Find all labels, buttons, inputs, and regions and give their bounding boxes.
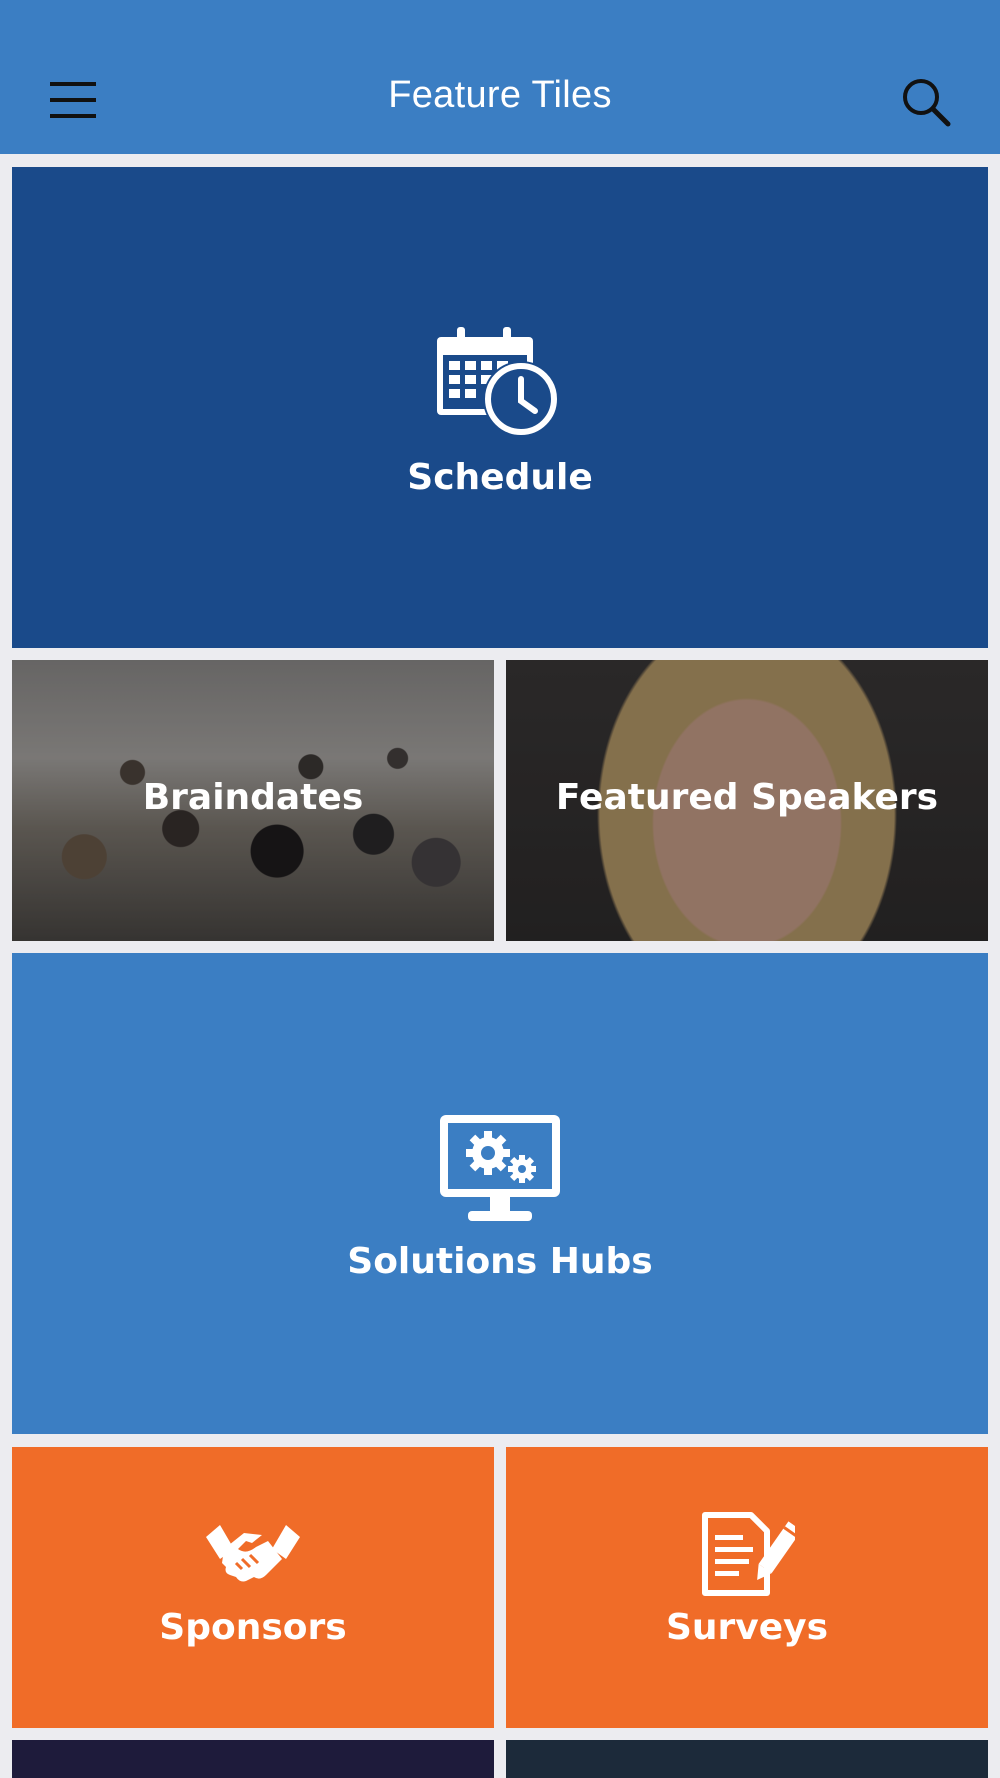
tile-solutions-hubs[interactable]: Solutions Hubs — [12, 953, 988, 1434]
tile-label: Solutions Hubs — [347, 1241, 653, 1282]
handshake-icon — [206, 1525, 300, 1582]
calendar-clock-icon — [437, 327, 559, 437]
tile-sponsors[interactable]: Sponsors — [12, 1447, 494, 1728]
tile-label: Sponsors — [159, 1607, 347, 1648]
monitor-gears-icon — [440, 1115, 560, 1221]
search-icon — [903, 79, 951, 127]
tile-featured-speakers[interactable]: Featured Speakers — [506, 660, 988, 941]
tile-label: Braindates — [142, 777, 364, 818]
tile-surveys[interactable]: Surveys — [506, 1447, 988, 1728]
app-header: Feature Tiles — [0, 0, 1000, 154]
search-button[interactable] — [898, 74, 954, 130]
tile-partial-left[interactable] — [12, 1740, 494, 1778]
tile-schedule[interactable]: Schedule — [12, 167, 988, 648]
tile-label: Surveys — [665, 1607, 829, 1648]
tile-label: Featured Speakers — [555, 777, 939, 818]
tile-braindates[interactable]: Braindates — [12, 660, 494, 941]
page-title: Feature Tiles — [388, 74, 612, 116]
document-pencil-icon — [702, 1512, 795, 1596]
tile-label: Schedule — [407, 457, 593, 498]
tile-partial-right[interactable] — [506, 1740, 988, 1778]
